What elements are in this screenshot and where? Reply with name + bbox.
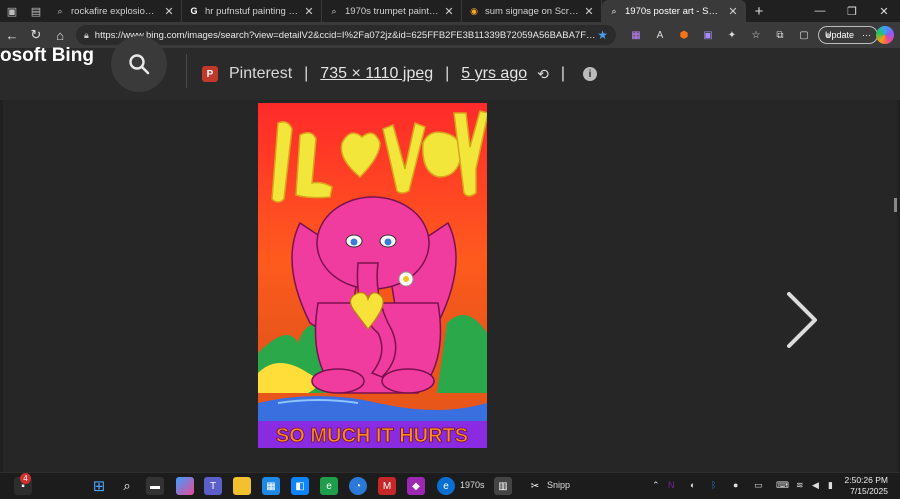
poster-image[interactable]: SO MUCH IT HURTS [258, 103, 487, 448]
close-tab-icon[interactable]: ✕ [303, 5, 315, 18]
dimensions-link[interactable]: 735 × 1110 jpeg [320, 65, 433, 83]
info-icon[interactable]: i [583, 67, 597, 81]
history-icon[interactable]: ⟲ [537, 66, 549, 83]
teams-icon[interactable]: T [204, 477, 222, 495]
google-icon: G [190, 6, 198, 16]
tab-5-active[interactable]: ⌕ 1970s poster art - Search Images ✕ [602, 0, 746, 22]
age-link[interactable]: 5 yrs ago [461, 65, 527, 83]
minimize-icon[interactable]: — [804, 0, 836, 22]
snipping-tool-icon[interactable]: ✂ [526, 477, 544, 495]
close-tab-icon[interactable]: ✕ [583, 5, 595, 18]
close-tab-icon[interactable]: ✕ [727, 5, 739, 18]
favorite-star-icon[interactable]: ★ [597, 28, 608, 42]
bluetooth-icon[interactable]: ᛒ [711, 480, 716, 490]
adblock-icon[interactable]: ⬢ [672, 22, 696, 48]
search-icon [129, 54, 150, 75]
battery-icon[interactable]: ▮ [828, 480, 833, 491]
workspaces-icon[interactable]: ▣ [0, 0, 24, 22]
app-icon[interactable]: ◆ [407, 477, 425, 495]
notification-badge: 4 [20, 473, 31, 484]
display-icon[interactable]: ▭ [754, 480, 763, 491]
url-text: https://www.bing.com/images/search?view=… [94, 29, 598, 41]
edge-icon[interactable]: e [437, 477, 455, 495]
app-icon-2[interactable]: ▥ [494, 477, 512, 495]
wifi-icon[interactable]: ≋ [796, 480, 804, 491]
profile-ext-icon[interactable]: ▣ [696, 22, 720, 48]
poster-bottom-text: SO MUCH IT HURTS [276, 425, 468, 447]
extension-icon[interactable]: ▦ [624, 22, 648, 48]
chevron-right-icon [787, 292, 817, 348]
edge-taskbar-label[interactable]: 1970s [460, 480, 485, 490]
tab-3[interactable]: ⌕ 1970s trumpet painting - Search ✕ [322, 0, 462, 22]
divider [186, 54, 187, 88]
task-view-icon[interactable]: ▬ [146, 477, 164, 495]
separator: | [445, 65, 450, 82]
screenshot-icon[interactable]: ▢ [792, 22, 816, 48]
extensions-icon[interactable]: ✦ [720, 22, 744, 48]
image-meta: P Pinterest | 735 × 1110 jpeg | 5 yrs ag… [202, 63, 597, 85]
next-image-button[interactable] [781, 290, 821, 350]
volume-icon[interactable]: ◀ [812, 480, 819, 491]
separator: | [304, 65, 309, 82]
search-icon: ⌕ [611, 5, 617, 16]
lock-icon: 🔒︎ [84, 29, 89, 40]
window-controls: — ❐ ✕ [804, 0, 900, 22]
restore-icon[interactable]: ❐ [836, 0, 868, 22]
read-aloud-icon[interactable]: A [648, 22, 672, 48]
search-icon[interactable]: ⌕ [118, 477, 136, 495]
source-link[interactable]: Pinterest [229, 65, 292, 83]
poster-art: SO MUCH IT HURTS [258, 103, 487, 448]
microphone-icon[interactable]: ● [733, 480, 738, 490]
file-explorer-icon[interactable] [233, 477, 251, 495]
collections-icon[interactable]: ⧉ [768, 22, 792, 48]
taskbar: ▪ 4 ⊞ ⌕ ▬ T ▦ ◧ e ◔ M ◆ e 1970s ▥ ✂ Snip… [0, 472, 900, 499]
close-tab-icon[interactable]: ✕ [163, 5, 175, 18]
store-icon[interactable]: ▦ [262, 477, 280, 495]
chrome-like-icon[interactable]: ◔ [349, 477, 367, 495]
tab-bar: ▣ ▤ ⌕ rockafire explosion painting ✕ G h… [0, 0, 900, 22]
copilot-icon[interactable] [876, 26, 894, 44]
image-viewer: SO MUCH IT HURTS [3, 100, 897, 472]
toolbar-extensions: ▦ A ⬢ ▣ ✦ ☆ ⧉ ▢ ● [624, 22, 840, 48]
onenote-icon[interactable]: N [668, 480, 675, 490]
tab-2[interactable]: G hr pufnstuf painting - Google ✕ [182, 0, 322, 22]
copilot-app-icon[interactable] [176, 477, 194, 495]
keyboard-icon[interactable]: ⌨ [776, 480, 789, 491]
bing-logo[interactable]: osoft Bing [0, 45, 94, 67]
mcafee-icon[interactable]: M [378, 477, 396, 495]
scratch-icon: ◉ [470, 5, 478, 16]
search-button[interactable] [111, 36, 167, 92]
windows-start-icon[interactable]: ⊞ [90, 477, 108, 495]
pinterest-icon: P [202, 66, 218, 82]
favorites-icon[interactable]: ☆ [744, 22, 768, 48]
tab-actions-icon[interactable]: ▤ [24, 0, 48, 22]
search-icon: ⌕ [331, 5, 337, 16]
new-tab-button[interactable]: + [746, 3, 772, 20]
page-content: osoft Bing P Pinterest | 735 × 1110 jpeg… [0, 36, 900, 472]
image-detail-header: osoft Bing P Pinterest | 735 × 1110 jpeg… [0, 36, 900, 100]
search-icon: ⌕ [57, 5, 63, 16]
close-window-icon[interactable]: ✕ [868, 0, 900, 22]
chevron-up-icon[interactable]: ⌃ [652, 480, 660, 491]
tray-app-icon[interactable]: ◐ [690, 480, 695, 490]
system-clock[interactable]: 2:50:26 PM 7/15/2025 [845, 475, 888, 497]
update-button[interactable]: Update ··· [818, 26, 879, 44]
scrollbar[interactable] [894, 198, 897, 212]
close-tab-icon[interactable]: ✕ [443, 5, 455, 18]
snip-taskbar-label[interactable]: Snipp [547, 480, 570, 490]
edge-dev-icon[interactable]: e [320, 477, 338, 495]
separator: | [560, 65, 565, 82]
more-menu-icon[interactable]: ··· [862, 30, 871, 40]
photos-icon[interactable]: ◧ [291, 477, 309, 495]
tab-1[interactable]: ⌕ rockafire explosion painting ✕ [48, 0, 182, 22]
tab-4[interactable]: ◉ sum signage on Scratch ✕ [462, 0, 602, 22]
